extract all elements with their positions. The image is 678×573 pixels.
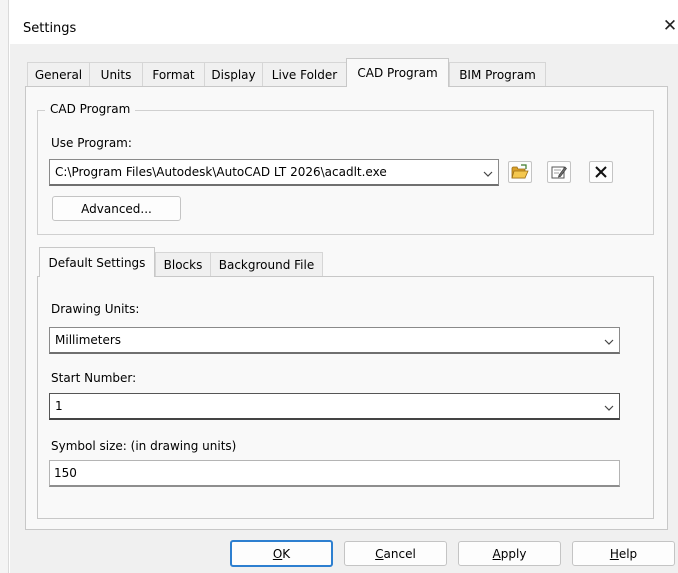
edit-program-button[interactable] — [547, 161, 571, 183]
apply-label-rest: pply — [500, 546, 527, 561]
start-number-value: 1 — [55, 399, 63, 413]
symbol-size-label: Symbol size: (in drawing units) — [51, 439, 237, 453]
help-mnemonic: H — [609, 546, 619, 561]
cad-program-group-title: CAD Program — [45, 101, 136, 117]
apply-button[interactable]: Apply — [458, 541, 561, 566]
ok-label-rest: K — [282, 546, 291, 561]
delete-x-icon — [595, 166, 607, 178]
ok-mnemonic: O — [272, 546, 283, 561]
cancel-mnemonic: C — [375, 546, 384, 561]
tab-cad-program[interactable]: CAD Program — [346, 58, 449, 87]
program-path-value: C:\Program Files\Autodesk\AutoCAD LT 202… — [55, 165, 387, 179]
tab-general[interactable]: General — [27, 62, 89, 86]
help-label-rest: elp — [618, 546, 638, 561]
folder-open-icon — [511, 164, 529, 179]
chevron-down-icon — [604, 339, 614, 345]
chevron-down-icon — [483, 171, 493, 177]
tab-format[interactable]: Format — [142, 62, 204, 86]
drawing-units-value: Millimeters — [55, 333, 122, 347]
start-number-select[interactable]: 1 — [49, 393, 620, 420]
use-program-label: Use Program: — [51, 136, 132, 150]
help-button[interactable]: Help — [572, 541, 675, 566]
close-icon[interactable]: ✕ — [660, 15, 678, 37]
chevron-down-icon — [604, 405, 614, 411]
tab-live-folder[interactable]: Live Folder — [262, 62, 346, 86]
clear-program-button[interactable] — [589, 161, 613, 183]
apply-mnemonic: A — [492, 546, 501, 561]
edit-icon — [551, 166, 567, 179]
cancel-label-rest: ancel — [383, 546, 416, 561]
cancel-button[interactable]: Cancel — [344, 541, 447, 566]
browse-program-button[interactable] — [508, 161, 532, 183]
tab-display[interactable]: Display — [204, 62, 262, 86]
drawing-units-label: Drawing Units: — [51, 302, 140, 316]
ok-button[interactable]: OK — [230, 540, 333, 567]
window-left-edge — [0, 0, 9, 573]
subtab-background-file[interactable]: Background File — [210, 252, 323, 276]
tab-units[interactable]: Units — [89, 62, 142, 86]
symbol-size-input[interactable]: 150 — [49, 460, 620, 487]
start-number-label: Start Number: — [51, 371, 137, 385]
symbol-size-value: 150 — [54, 466, 77, 480]
program-path-combo[interactable]: C:\Program Files\Autodesk\AutoCAD LT 202… — [49, 159, 499, 186]
title-bar: Settings — [9, 0, 678, 44]
drawing-units-select[interactable]: Millimeters — [49, 327, 620, 354]
advanced-button[interactable]: Advanced... — [52, 196, 181, 221]
subtab-blocks[interactable]: Blocks — [155, 252, 210, 276]
subtab-default-settings[interactable]: Default Settings — [39, 247, 155, 277]
tab-bim-program[interactable]: BIM Program — [449, 62, 546, 86]
